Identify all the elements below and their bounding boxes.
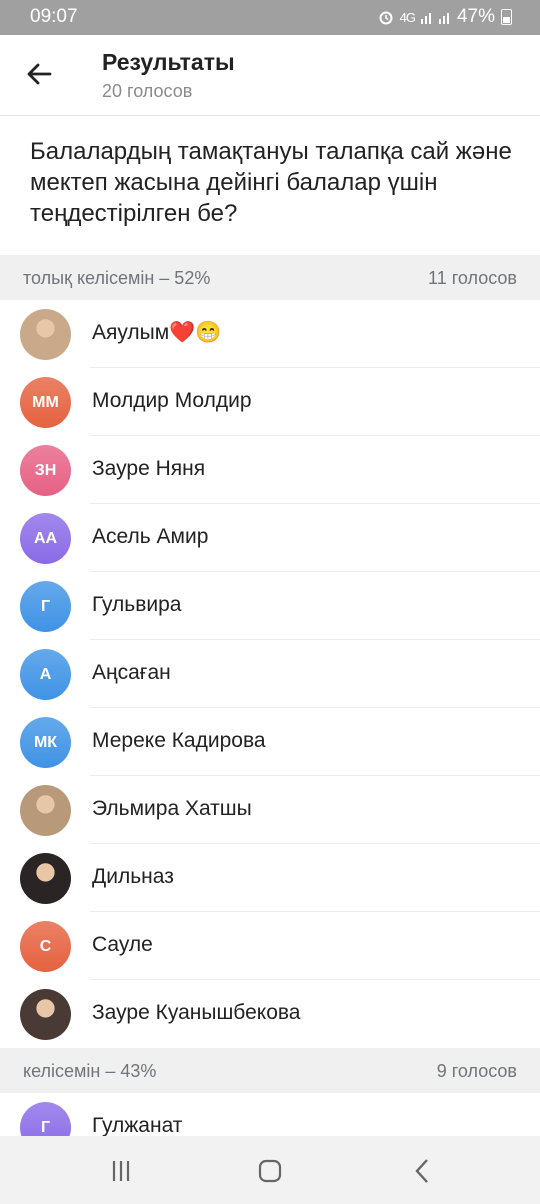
alarm-icon [379,11,393,25]
status-icons: 4G 47% [378,6,512,28]
page-title: Результаты [102,49,235,75]
avatar: ММ [20,377,71,428]
voter-row[interactable]: Эльмира Хатшы [0,776,540,844]
voter-row[interactable]: ММ Молдир Молдир [0,368,540,436]
voter-row[interactable]: Г Гульвира [0,572,540,640]
voter-name: Молдир Молдир [92,389,252,412]
avatar [20,989,71,1040]
navigation-bar [0,1136,540,1204]
status-bar: 09:07 4G 47% [0,0,540,35]
back-nav-icon[interactable] [408,1156,438,1186]
network-type: 4G [399,9,416,25]
voter-name: Аяулым❤️😁 [92,321,222,344]
avatar: Г [20,581,71,632]
voter-name: Зауре Куанышбекова [92,1001,301,1024]
voter-name: Дильназ [92,865,174,888]
voter-name: Мереке Кадирова [92,729,266,752]
avatar [20,309,71,360]
status-time: 09:07 [30,6,78,27]
poll-question: Балалардың тамақтануы талапқа сай және м… [0,116,540,254]
avatar: МК [20,717,71,768]
voter-row[interactable]: Аяулым❤️😁 [0,300,540,368]
voter-row[interactable]: АА Асель Амир [0,504,540,572]
voter-name: Асель Амир [92,525,209,548]
voter-row[interactable]: МК Мереке Кадирова [0,708,540,776]
option-vote-count: 11 голосов [428,268,517,288]
voter-name: Гулжанат [92,1114,183,1137]
avatar [20,785,71,836]
vote-total: 20 голосов [102,81,193,101]
voter-name: Сауле [92,933,153,956]
voter-row[interactable]: Зауре Куанышбекова [0,980,540,1048]
battery-icon [501,9,512,25]
battery-percent: 47% [456,6,495,27]
option-label: келісемін – 43% [23,1061,157,1081]
back-arrow-icon[interactable] [22,57,56,91]
avatar: ЗН [20,445,71,496]
option-label: толық келісемін – 52% [23,268,211,288]
avatar: АА [20,513,71,564]
voter-name: Аңсаған [92,661,171,684]
recent-apps-icon[interactable] [106,1156,136,1186]
avatar: С [20,921,71,972]
voter-row[interactable]: С Сауле [0,912,540,980]
question-text: Балалардың тамақтануы талапқа сай және м… [30,138,512,227]
option-header: толық келісемін – 52% 11 голосов [0,255,540,300]
voter-row[interactable]: Дильназ [0,844,540,912]
voter-row[interactable]: А Аңсаған [0,640,540,708]
voter-row[interactable]: ЗН Зауре Няня [0,436,540,504]
voter-name: Зауре Няня [92,457,206,480]
option-vote-count: 9 голосов [436,1061,517,1081]
signal-icon [420,13,449,24]
avatar: А [20,649,71,700]
voter-name: Гульвира [92,593,182,616]
avatar [20,853,71,904]
voter-name: Эльмира Хатшы [92,797,252,820]
home-icon[interactable] [255,1156,285,1186]
option-header: келісемін – 43% 9 голосов [0,1048,540,1093]
header: Результаты 20 голосов [0,35,540,116]
